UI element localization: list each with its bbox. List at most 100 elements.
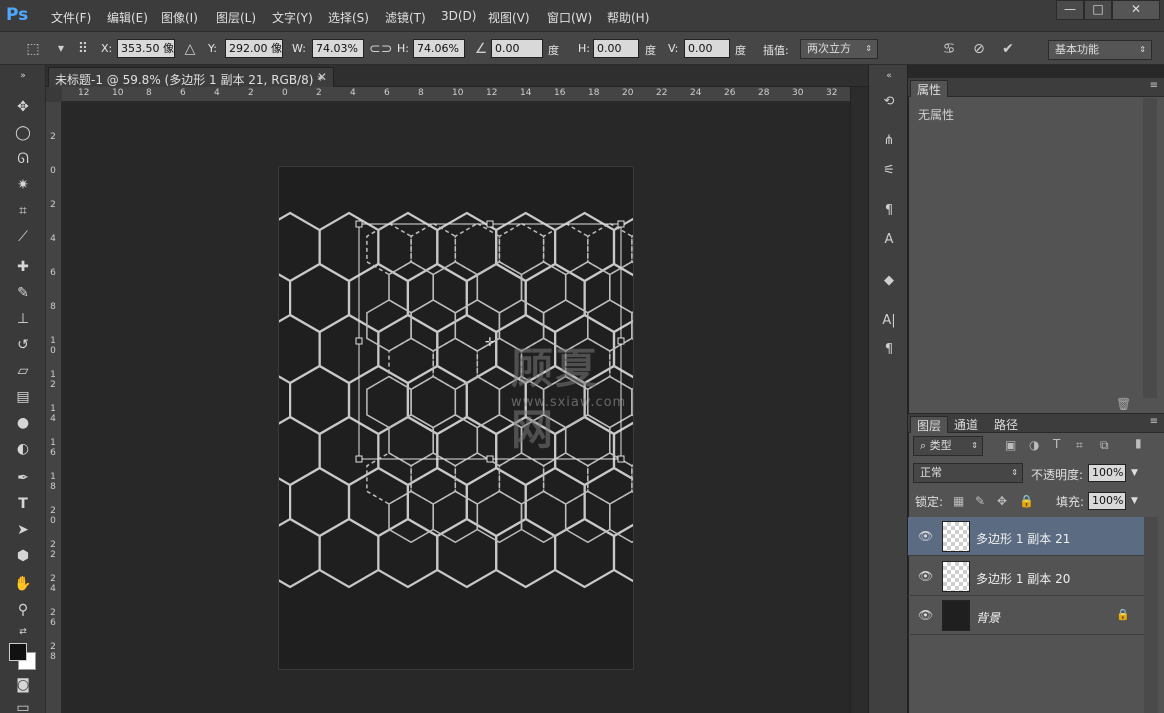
paragraph-style-icon[interactable]: ¶ — [879, 201, 899, 221]
gradient-icon[interactable]: ▤ — [12, 387, 34, 407]
reference-point-icon[interactable]: ⠿ — [74, 40, 92, 58]
tab-channels[interactable]: 通道 — [948, 416, 984, 433]
magic-wand-icon[interactable]: ✷ — [12, 175, 34, 195]
menu-filter[interactable]: 滤镜(T) — [385, 9, 426, 26]
warp-mode-icon[interactable]: ♋ — [940, 40, 958, 58]
character-panel-icon[interactable]: A| — [879, 311, 899, 331]
layer-row[interactable]: 👁 多边形 1 副本 20 — [908, 557, 1144, 596]
filter-shape-icon[interactable]: ⌗ — [1076, 438, 1083, 453]
document-tab[interactable]: 未标题-1 @ 59.8% (多边形 1 副本 21, RGB/8) * ✕ — [48, 67, 334, 87]
opacity-field[interactable]: 100% — [1088, 464, 1126, 482]
relative-position-icon[interactable]: △ — [181, 40, 199, 58]
blur-icon[interactable]: ● — [12, 413, 34, 433]
polygon-shape-icon[interactable]: ⬢ — [12, 546, 34, 566]
hskew-field[interactable]: 0.00 — [593, 39, 639, 58]
transform-handle[interactable] — [617, 220, 625, 228]
maximize-button[interactable]: □ — [1084, 0, 1112, 20]
layer-row[interactable]: 👁 背景 🔒 — [908, 596, 1144, 635]
screen-mode-icon[interactable]: ▭ — [12, 698, 34, 713]
eye-icon[interactable]: 👁 — [918, 608, 933, 622]
opacity-dropdown-icon[interactable]: ▼ — [1131, 468, 1138, 478]
link-icon[interactable]: ⊂⊃ — [369, 40, 392, 58]
transform-handle[interactable] — [355, 337, 363, 345]
healing-brush-icon[interactable]: ✚ — [12, 257, 34, 277]
ellipse-marquee-icon[interactable]: ◯ — [12, 123, 34, 143]
zoom-icon[interactable]: ⚲ — [12, 600, 34, 620]
layers-scrollbar[interactable] — [1144, 517, 1158, 713]
ruler-origin[interactable] — [46, 87, 62, 102]
tab-paths[interactable]: 路径 — [988, 416, 1024, 433]
lasso-icon[interactable]: ᘏ — [12, 149, 34, 169]
filter-adjustment-icon[interactable]: ◑ — [1029, 438, 1039, 452]
layer-filter-select[interactable]: ⌕ 类型 ⇕ — [913, 436, 983, 456]
vertical-ruler[interactable]: 20246810121416182022242628 — [46, 102, 62, 713]
tool-preset-dropdown-icon[interactable]: ▼ — [52, 40, 70, 58]
filter-pixel-icon[interactable]: ▣ — [1005, 438, 1016, 452]
menu-view[interactable]: 视图(V) — [488, 9, 530, 26]
commit-transform-icon[interactable]: ✔ — [999, 40, 1017, 58]
dodge-icon[interactable]: ◐ — [12, 439, 34, 459]
brush-presets-icon[interactable]: ⚟ — [879, 161, 899, 181]
canvas-scrollbar[interactable] — [850, 87, 868, 713]
transform-handle[interactable] — [355, 220, 363, 228]
menu-type[interactable]: 文字(Y) — [272, 9, 313, 26]
y-field[interactable]: 292.00 像 — [225, 39, 283, 58]
height-field[interactable]: 74.06% — [413, 39, 465, 58]
eyedropper-icon[interactable]: ⟋ — [12, 227, 34, 247]
properties-scrollbar[interactable] — [1143, 98, 1157, 398]
eye-icon[interactable]: 👁 — [918, 529, 933, 543]
workspace-select[interactable]: 基本功能 ⇕ — [1048, 40, 1152, 60]
history-brush-icon[interactable]: ↺ — [12, 335, 34, 355]
lock-image-icon[interactable]: ✎ — [975, 494, 985, 508]
angle-field[interactable]: 0.00 — [491, 39, 543, 58]
quick-mask-icon[interactable]: ◙ — [12, 675, 34, 695]
clone-stamp-icon[interactable]: ⊥ — [12, 309, 34, 329]
layer-row[interactable]: 👁 多边形 1 副本 21 — [908, 517, 1144, 556]
filter-toggle-icon[interactable]: ▮ — [1135, 436, 1142, 450]
interpolation-select[interactable]: 两次立方 ⇕ — [800, 39, 878, 59]
menu-file[interactable]: 文件(F) — [51, 9, 91, 26]
blend-mode-select[interactable]: 正常 ⇕ — [913, 463, 1023, 483]
tab-layers[interactable]: 图层 — [910, 416, 949, 433]
transform-handle[interactable] — [486, 455, 494, 463]
menu-edit[interactable]: 编辑(E) — [107, 9, 148, 26]
3d-panel-icon[interactable]: ◆ — [879, 271, 899, 291]
panel-menu-icon[interactable]: ≡ — [1150, 80, 1158, 91]
history-panel-icon[interactable]: ⟲ — [879, 92, 899, 112]
filter-smartobject-icon[interactable]: ⧉ — [1100, 438, 1109, 453]
menu-image[interactable]: 图像(I) — [161, 9, 198, 26]
pen-icon[interactable]: ✒ — [12, 468, 34, 488]
crop-icon[interactable]: ⌗ — [12, 201, 34, 221]
lock-position-icon[interactable]: ✥ — [997, 494, 1007, 508]
type-tool-icon[interactable]: T — [12, 494, 34, 514]
lock-transparent-icon[interactable]: ▦ — [953, 494, 964, 508]
move-tool-icon[interactable]: ✥ — [12, 97, 34, 117]
filter-type-icon[interactable]: T — [1053, 437, 1060, 451]
character-style-icon[interactable]: A — [879, 230, 899, 250]
minimize-button[interactable]: — — [1056, 0, 1084, 20]
transform-handle[interactable] — [355, 455, 363, 463]
foreground-color-swatch[interactable] — [9, 643, 27, 661]
menu-3d[interactable]: 3D(D) — [441, 9, 476, 23]
brush-panel-icon[interactable]: ⋔ — [879, 131, 899, 151]
vskew-field[interactable]: 0.00 — [684, 39, 730, 58]
path-selection-icon[interactable]: ➤ — [12, 520, 34, 540]
trash-icon[interactable]: 🗑 — [1116, 397, 1131, 411]
tab-properties[interactable]: 属性 — [910, 80, 949, 97]
menu-layer[interactable]: 图层(L) — [216, 9, 256, 26]
width-field[interactable]: 74.03% — [312, 39, 364, 58]
eraser-icon[interactable]: ▱ — [12, 361, 34, 381]
document-canvas[interactable]: ✛ 顾夏网 www.sxiaw.com — [278, 166, 634, 670]
collapse-toolbox-icon[interactable]: » — [12, 66, 34, 86]
menu-select[interactable]: 选择(S) — [328, 9, 369, 26]
menu-window[interactable]: 窗口(W) — [547, 9, 592, 26]
panel-menu-icon[interactable]: ≡ — [1150, 416, 1158, 427]
paragraph-panel-icon[interactable]: ¶ — [879, 340, 899, 360]
cancel-transform-icon[interactable]: ⊘ — [970, 40, 988, 58]
brush-icon[interactable]: ✎ — [12, 283, 34, 303]
hand-icon[interactable]: ✋ — [12, 574, 34, 594]
x-field[interactable]: 353.50 像 — [117, 39, 175, 58]
reference-point-icon[interactable]: ✛ — [485, 335, 495, 349]
lock-all-icon[interactable]: 🔒 — [1019, 494, 1034, 508]
close-icon[interactable]: ✕ — [317, 70, 327, 84]
